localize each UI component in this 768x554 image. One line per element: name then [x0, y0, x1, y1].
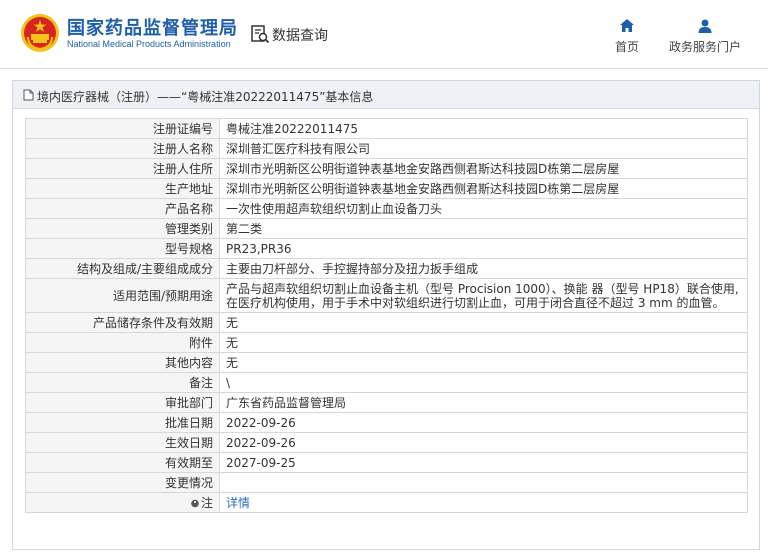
field-label: 变更情况 — [25, 472, 220, 493]
table-row: 管理类别 第二类 — [25, 218, 748, 239]
field-label: 产品名称 — [25, 198, 220, 219]
field-value: 广东省药品监督管理局 — [219, 392, 748, 413]
table-row-note: 注详情 — [25, 492, 748, 513]
field-value: 无 — [219, 312, 748, 333]
detail-panel: 境内医疗器械（注册）——“粤械注准20222011475”基本信息 注册证编号粤… — [12, 80, 760, 550]
table-row: 注册证编号 粤械注准20222011475 — [25, 118, 748, 139]
field-label: 注册证编号 — [25, 118, 220, 139]
field-label: 批准日期 — [25, 412, 220, 433]
table-row: 审批部门 广东省药品监督管理局 — [25, 392, 748, 413]
field-label: 产品储存条件及有效期 — [25, 312, 220, 333]
note-label: 注 — [200, 495, 213, 510]
field-label: 有效期至 — [25, 452, 220, 473]
field-value: PR23,PR36 — [219, 238, 748, 259]
info-icon — [191, 499, 199, 507]
nav-home-label: 首页 — [614, 40, 639, 54]
table-row: 注册人住所 深圳市光明新区公明街道钟表基地金安路西侧君斯达科技园D栋第二层房屋 — [25, 158, 748, 179]
table-row: 结构及组成/主要组成成分 主要由刀杆部分、手控握持部分及扭力扳手组成 — [25, 258, 748, 279]
field-label: 型号规格 — [25, 238, 220, 259]
table-row: 批准日期 2022-09-26 — [25, 412, 748, 433]
field-label: 生效日期 — [25, 432, 220, 453]
field-label: 结构及组成/主要组成成分 — [25, 258, 220, 279]
field-label: 管理类别 — [25, 218, 220, 239]
user-icon — [698, 19, 712, 33]
field-value: 深圳普汇医疗科技有限公司 — [219, 138, 748, 159]
field-label: 附件 — [25, 332, 220, 353]
field-value: 第二类 — [219, 218, 748, 239]
home-icon — [620, 19, 634, 32]
data-query-icon[interactable] — [250, 24, 270, 44]
header-divider — [0, 68, 768, 69]
field-label: 生产地址 — [25, 178, 220, 199]
field-value: 深圳市光明新区公明街道钟表基地金安路西侧君斯达科技园D栋第二层房屋 — [219, 178, 748, 199]
field-label-note: 注 — [25, 492, 220, 513]
field-value — [219, 472, 748, 493]
table-row: 生效日期 2022-09-26 — [25, 432, 748, 453]
table-row: 其他内容无 — [25, 352, 748, 373]
national-emblem-logo — [21, 14, 59, 52]
field-value: 一次性使用超声软组织切割止血设备刀头 — [219, 198, 748, 219]
field-label: 适用范围/预期用途 — [25, 278, 220, 313]
table-row: 附件无 — [25, 332, 748, 353]
table-row: 有效期至 2027-09-25 — [25, 452, 748, 473]
site-header: 国家药品监督管理局 National Medical Products Admi… — [0, 0, 768, 68]
field-value: 主要由刀杆部分、手控握持部分及扭力扳手组成 — [219, 258, 748, 279]
field-value: 深圳市光明新区公明街道钟表基地金安路西侧君斯达科技园D栋第二层房屋 — [219, 158, 748, 179]
table-row: 适用范围/预期用途 产品与超声软组织切割止血设备主机（型号 Procision 1… — [25, 278, 748, 313]
breadcrumb-text: 境内医疗器械（注册）——“粤械注准20222011475”基本信息 — [37, 90, 374, 104]
nav-service-portal-label: 政务服务门户 — [668, 40, 741, 54]
field-value: 无 — [219, 332, 748, 353]
table-row: 型号规格 PR23,PR36 — [25, 238, 748, 259]
details-link[interactable]: 详情 — [226, 496, 250, 510]
field-label: 其他内容 — [25, 352, 220, 373]
field-value: 无 — [219, 352, 748, 373]
field-value: 2022-09-26 — [219, 412, 748, 433]
org-name-en: National Medical Products Administration — [67, 39, 231, 49]
table-row: 产品储存条件及有效期无 — [25, 312, 748, 333]
field-value: 产品与超声软组织切割止血设备主机（型号 Procision 1000）、换能 器… — [219, 278, 748, 313]
table-row: 变更情况 — [25, 472, 748, 493]
field-value: \ — [219, 372, 748, 393]
field-label: 注册人住所 — [25, 158, 220, 179]
table-row: 注册人名称 深圳普汇医疗科技有限公司 — [25, 138, 748, 159]
nav-service-portal[interactable]: 政务服务门户 — [660, 18, 750, 55]
field-value: 粤械注准20222011475 — [219, 118, 748, 139]
table-row: 备注 \ — [25, 372, 748, 393]
table-row: 生产地址 深圳市光明新区公明街道钟表基地金安路西侧君斯达科技园D栋第二层房屋 — [25, 178, 748, 199]
field-label: 注册人名称 — [25, 138, 220, 159]
data-query-link[interactable]: 数据查询 — [272, 25, 328, 45]
nav-home[interactable]: 首页 — [607, 18, 647, 55]
field-value: 2022-09-26 — [219, 432, 748, 453]
breadcrumb: 境内医疗器械（注册）——“粤械注准20222011475”基本信息 — [13, 81, 759, 109]
field-value: 2027-09-25 — [219, 452, 748, 473]
table-row: 产品名称 一次性使用超声软组织切割止血设备刀头 — [25, 198, 748, 219]
org-name-cn: 国家药品监督管理局 — [67, 18, 238, 39]
document-icon — [23, 89, 34, 101]
field-label: 备注 — [25, 372, 220, 393]
field-label: 审批部门 — [25, 392, 220, 413]
field-value-note: 详情 — [219, 492, 748, 513]
registration-info-table: 注册证编号 粤械注准20222011475 注册人名称 深圳普汇医疗科技有限公司 注册人… — [25, 118, 748, 513]
